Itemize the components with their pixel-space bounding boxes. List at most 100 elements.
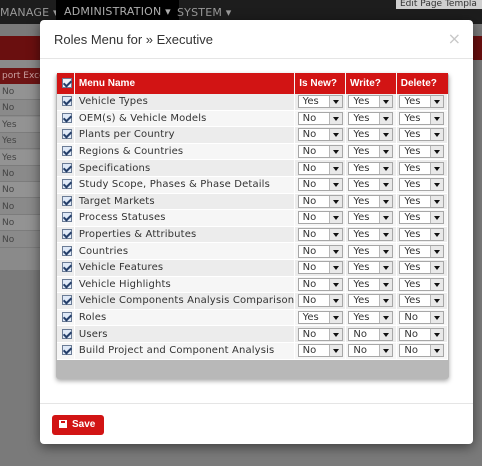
- delete-select[interactable]: Yes: [399, 261, 445, 275]
- is-new-select[interactable]: Yes: [297, 311, 343, 325]
- dropdown-arrow-icon[interactable]: [379, 195, 393, 207]
- is-new-select[interactable]: No: [297, 145, 343, 159]
- is-new-select[interactable]: No: [297, 178, 343, 192]
- write-select[interactable]: Yes: [348, 261, 394, 275]
- delete-select[interactable]: No: [399, 327, 445, 341]
- is-new-select[interactable]: No: [297, 244, 343, 258]
- delete-select[interactable]: Yes: [399, 228, 445, 242]
- delete-select[interactable]: Yes: [399, 95, 445, 109]
- dropdown-arrow-icon[interactable]: [379, 212, 393, 224]
- dropdown-arrow-icon[interactable]: [328, 312, 342, 324]
- dropdown-arrow-icon[interactable]: [379, 262, 393, 274]
- dropdown-arrow-icon[interactable]: [328, 229, 342, 241]
- dropdown-arrow-icon[interactable]: [328, 245, 342, 257]
- dropdown-arrow-icon[interactable]: [430, 129, 444, 141]
- dropdown-arrow-icon[interactable]: [328, 195, 342, 207]
- row-checkbox[interactable]: [62, 278, 72, 289]
- row-checkbox[interactable]: [62, 146, 72, 157]
- dropdown-arrow-icon[interactable]: [430, 245, 444, 257]
- delete-select[interactable]: Yes: [399, 294, 445, 308]
- row-checkbox[interactable]: [62, 245, 72, 256]
- dropdown-arrow-icon[interactable]: [379, 112, 393, 124]
- row-checkbox[interactable]: [62, 195, 72, 206]
- delete-select[interactable]: No: [399, 311, 445, 325]
- dropdown-arrow-icon[interactable]: [379, 278, 393, 290]
- is-new-select[interactable]: Yes: [297, 95, 343, 109]
- dropdown-arrow-icon[interactable]: [379, 328, 393, 340]
- dropdown-arrow-icon[interactable]: [430, 345, 444, 357]
- row-checkbox[interactable]: [62, 229, 72, 240]
- dropdown-arrow-icon[interactable]: [328, 278, 342, 290]
- row-checkbox[interactable]: [62, 179, 72, 190]
- dropdown-arrow-icon[interactable]: [430, 112, 444, 124]
- dropdown-arrow-icon[interactable]: [430, 212, 444, 224]
- write-select[interactable]: Yes: [348, 244, 394, 258]
- delete-select[interactable]: Yes: [399, 244, 445, 258]
- dropdown-arrow-icon[interactable]: [430, 312, 444, 324]
- dropdown-arrow-icon[interactable]: [379, 312, 393, 324]
- delete-select[interactable]: Yes: [399, 211, 445, 225]
- nav-manage[interactable]: MANAGE ▾: [0, 6, 59, 19]
- write-select[interactable]: Yes: [348, 277, 394, 291]
- dropdown-arrow-icon[interactable]: [430, 162, 444, 174]
- write-select[interactable]: Yes: [348, 128, 394, 142]
- row-checkbox[interactable]: [62, 96, 72, 107]
- delete-select[interactable]: No: [399, 344, 445, 358]
- row-checkbox[interactable]: [62, 295, 72, 306]
- dropdown-arrow-icon[interactable]: [379, 162, 393, 174]
- is-new-select[interactable]: No: [297, 211, 343, 225]
- dropdown-arrow-icon[interactable]: [328, 262, 342, 274]
- write-select[interactable]: Yes: [348, 294, 394, 308]
- dropdown-arrow-icon[interactable]: [379, 96, 393, 108]
- dropdown-arrow-icon[interactable]: [328, 129, 342, 141]
- row-checkbox[interactable]: [62, 312, 72, 323]
- is-new-select[interactable]: No: [297, 111, 343, 125]
- write-select[interactable]: No: [348, 327, 394, 341]
- delete-select[interactable]: Yes: [399, 145, 445, 159]
- nav-system[interactable]: SYSTEM ▾: [177, 6, 231, 19]
- dropdown-arrow-icon[interactable]: [430, 179, 444, 191]
- row-checkbox[interactable]: [62, 112, 72, 123]
- delete-select[interactable]: Yes: [399, 111, 445, 125]
- is-new-select[interactable]: No: [297, 277, 343, 291]
- dropdown-arrow-icon[interactable]: [430, 195, 444, 207]
- is-new-select[interactable]: No: [297, 261, 343, 275]
- dropdown-arrow-icon[interactable]: [379, 129, 393, 141]
- dropdown-arrow-icon[interactable]: [379, 245, 393, 257]
- write-select[interactable]: Yes: [348, 211, 394, 225]
- delete-select[interactable]: Yes: [399, 194, 445, 208]
- dropdown-arrow-icon[interactable]: [379, 146, 393, 158]
- is-new-select[interactable]: No: [297, 294, 343, 308]
- dropdown-arrow-icon[interactable]: [328, 345, 342, 357]
- write-select[interactable]: No: [348, 344, 394, 358]
- row-checkbox[interactable]: [62, 328, 72, 339]
- close-icon[interactable]: ×: [448, 29, 461, 48]
- row-checkbox[interactable]: [62, 345, 72, 356]
- dropdown-arrow-icon[interactable]: [379, 229, 393, 241]
- select-all-checkbox[interactable]: [62, 78, 72, 89]
- edit-page-template-link[interactable]: Edit Page Templa: [396, 0, 482, 9]
- write-select[interactable]: Yes: [348, 111, 394, 125]
- dropdown-arrow-icon[interactable]: [328, 146, 342, 158]
- row-checkbox[interactable]: [62, 212, 72, 223]
- dropdown-arrow-icon[interactable]: [430, 229, 444, 241]
- dropdown-arrow-icon[interactable]: [328, 162, 342, 174]
- is-new-select[interactable]: No: [297, 128, 343, 142]
- dropdown-arrow-icon[interactable]: [430, 295, 444, 307]
- dropdown-arrow-icon[interactable]: [379, 179, 393, 191]
- write-select[interactable]: Yes: [348, 194, 394, 208]
- write-select[interactable]: Yes: [348, 178, 394, 192]
- dropdown-arrow-icon[interactable]: [430, 146, 444, 158]
- write-select[interactable]: Yes: [348, 95, 394, 109]
- row-checkbox[interactable]: [62, 129, 72, 140]
- dropdown-arrow-icon[interactable]: [328, 328, 342, 340]
- delete-select[interactable]: Yes: [399, 178, 445, 192]
- dropdown-arrow-icon[interactable]: [328, 179, 342, 191]
- delete-select[interactable]: Yes: [399, 128, 445, 142]
- write-select[interactable]: Yes: [348, 145, 394, 159]
- dropdown-arrow-icon[interactable]: [430, 278, 444, 290]
- write-select[interactable]: Yes: [348, 228, 394, 242]
- is-new-select[interactable]: No: [297, 327, 343, 341]
- row-checkbox[interactable]: [62, 162, 72, 173]
- is-new-select[interactable]: No: [297, 194, 343, 208]
